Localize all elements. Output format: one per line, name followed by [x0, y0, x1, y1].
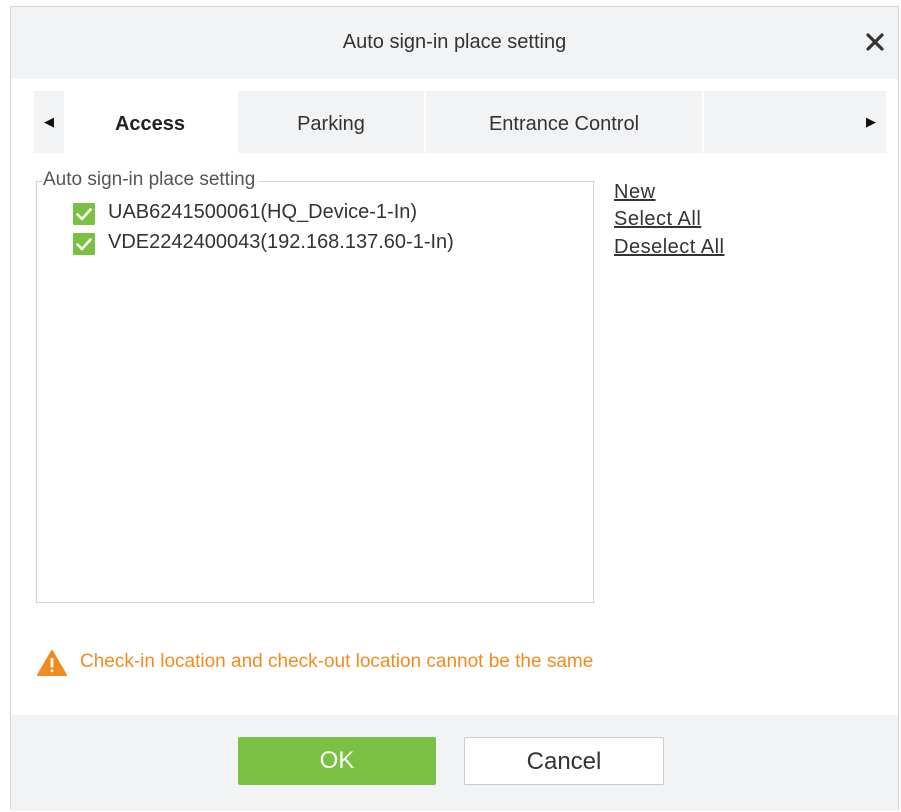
- auto-sign-in-dialog: Auto sign-in place setting ◀ Access Park…: [10, 6, 899, 811]
- check-icon: [76, 208, 92, 221]
- dialog-footer: OK Cancel: [11, 715, 898, 811]
- close-icon: [866, 33, 884, 51]
- tab-label: Entrance Control: [488, 113, 640, 135]
- tab-label: Access: [114, 113, 186, 135]
- tab-access[interactable]: Access: [64, 91, 238, 153]
- tab-parking[interactable]: Parking: [238, 91, 426, 153]
- checkbox-checked[interactable]: [73, 203, 95, 225]
- tab-bar: ◀ Access Parking Entrance Control ▶: [34, 91, 886, 153]
- caret-right-icon: ▶: [866, 114, 876, 129]
- warning-triangle-icon: [37, 650, 67, 676]
- check-icon: [76, 238, 92, 251]
- close-button[interactable]: [862, 27, 888, 57]
- tab-scroll-right-button[interactable]: ▶: [856, 91, 886, 153]
- dialog-title: Auto sign-in place setting: [342, 31, 567, 53]
- deselect-all-link[interactable]: Deselect All: [614, 236, 725, 259]
- tab-scroll-left-button[interactable]: ◀: [34, 91, 64, 153]
- device-label: VDE2242400043(192.168.137.60-1-In): [108, 231, 454, 253]
- cancel-button[interactable]: Cancel: [464, 737, 664, 785]
- ok-button[interactable]: OK: [238, 737, 436, 785]
- warning-text: Check-in location and check-out location…: [80, 651, 594, 672]
- dialog-header: Auto sign-in place setting: [11, 7, 898, 79]
- tab-entrance-control[interactable]: Entrance Control: [426, 91, 704, 153]
- device-label: UAB6241500061(HQ_Device-1-In): [108, 201, 418, 223]
- select-all-link[interactable]: Select All: [614, 208, 701, 231]
- checkbox-checked[interactable]: [73, 233, 95, 255]
- tab-label: Parking: [297, 113, 365, 135]
- caret-left-icon: ◀: [44, 114, 54, 129]
- panel-legend: Auto sign-in place setting: [42, 169, 260, 191]
- new-link[interactable]: New: [614, 181, 656, 204]
